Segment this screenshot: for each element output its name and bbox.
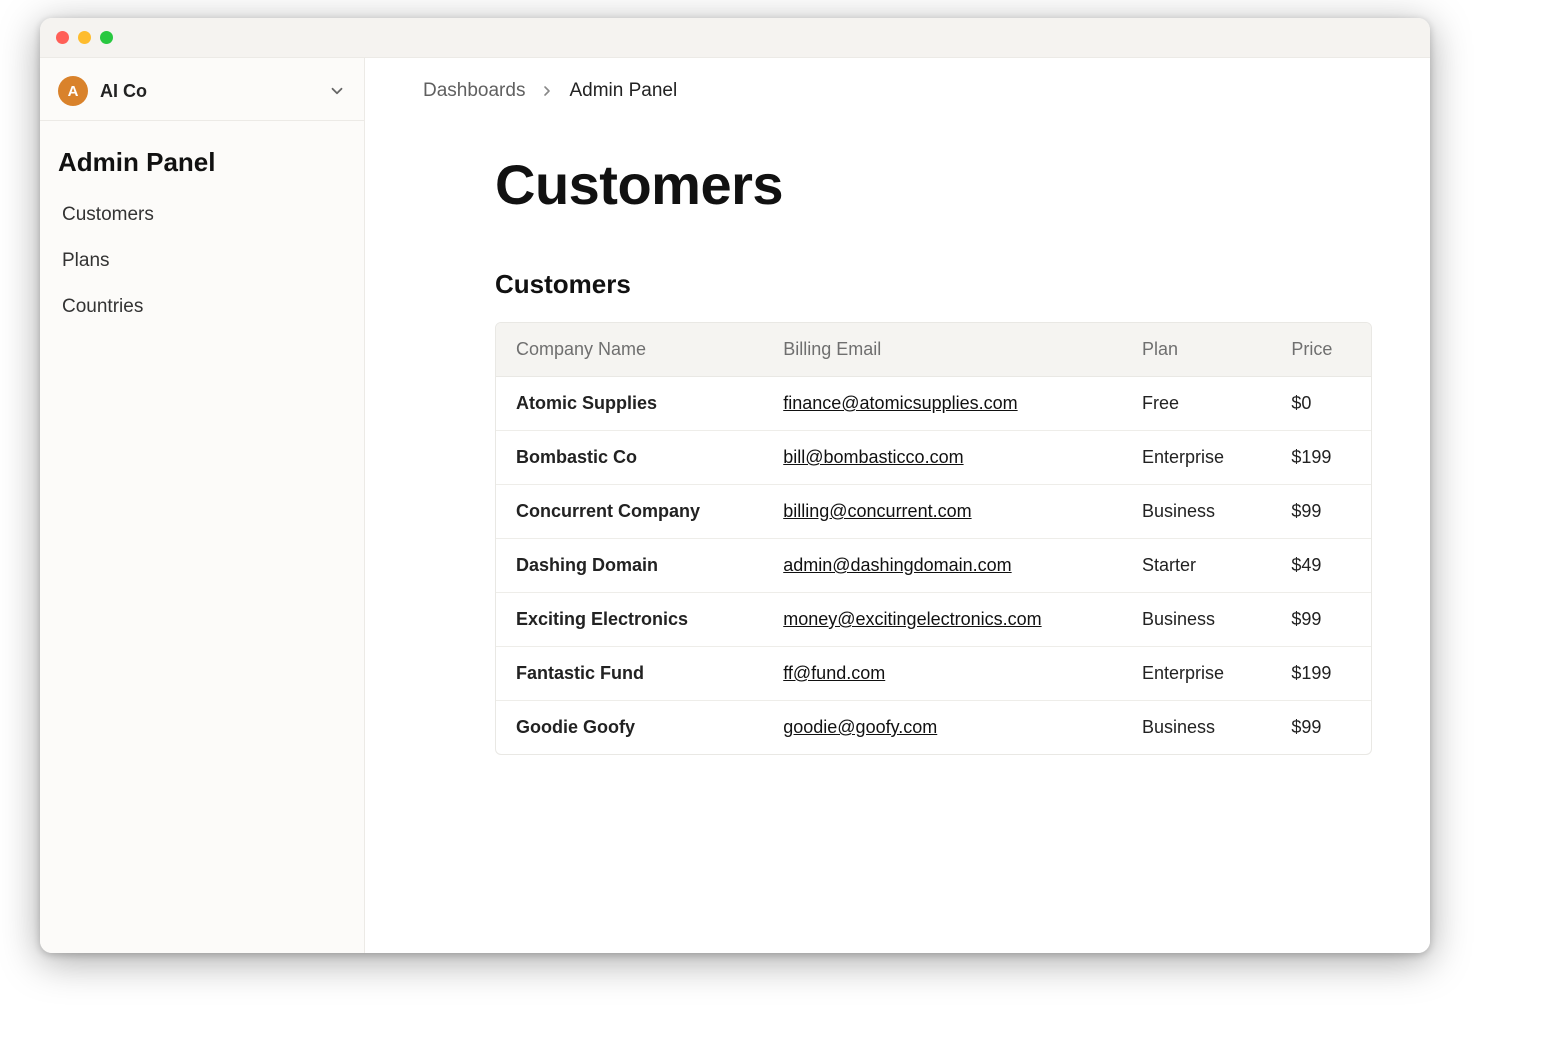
table-row[interactable]: Fantastic Fund ff@fund.com Enterprise$199 <box>496 647 1371 701</box>
cell-price: $0 <box>1271 377 1371 431</box>
sidebar-title: Admin Panel <box>40 121 364 192</box>
cell-company-name: Dashing Domain <box>496 539 763 593</box>
sidebar-item-countries[interactable]: Countries <box>50 284 354 330</box>
breadcrumb: Dashboards Admin Panel <box>365 58 1430 122</box>
billing-email-link[interactable]: goodie@goofy.com <box>783 717 937 737</box>
page-title: Customers <box>495 152 1372 217</box>
window-zoom-button[interactable] <box>100 31 113 44</box>
customers-table: Company Name Billing Email Plan Price At… <box>495 322 1372 755</box>
window-titlebar <box>40 18 1430 58</box>
cell-company-name: Bombastic Co <box>496 431 763 485</box>
table-header-row: Company Name Billing Email Plan Price <box>496 323 1371 377</box>
billing-email-link[interactable]: ff@fund.com <box>783 663 885 683</box>
cell-billing-email: admin@dashingdomain.com <box>763 539 1122 593</box>
sidebar-nav: Customers Plans Countries <box>40 192 364 330</box>
chevron-right-icon <box>539 83 555 99</box>
sidebar-item-plans[interactable]: Plans <box>50 238 354 284</box>
billing-email-link[interactable]: money@excitingelectronics.com <box>783 609 1041 629</box>
cell-company-name: Exciting Electronics <box>496 593 763 647</box>
cell-price: $99 <box>1271 593 1371 647</box>
column-billing-email[interactable]: Billing Email <box>763 323 1122 377</box>
section-title: Customers <box>495 269 1372 300</box>
app-window: A AI Co Admin Panel Customers Plans Coun… <box>40 18 1430 953</box>
cell-plan: Business <box>1122 701 1271 754</box>
cell-company-name: Goodie Goofy <box>496 701 763 754</box>
column-plan[interactable]: Plan <box>1122 323 1271 377</box>
cell-billing-email: ff@fund.com <box>763 647 1122 701</box>
cell-plan: Enterprise <box>1122 647 1271 701</box>
cell-price: $199 <box>1271 431 1371 485</box>
cell-company-name: Concurrent Company <box>496 485 763 539</box>
column-company-name[interactable]: Company Name <box>496 323 763 377</box>
cell-plan: Free <box>1122 377 1271 431</box>
cell-price: $199 <box>1271 647 1371 701</box>
workspace-avatar: A <box>58 76 88 106</box>
breadcrumb-current[interactable]: Admin Panel <box>569 80 677 102</box>
cell-plan: Business <box>1122 593 1271 647</box>
page-content: Customers Customers Company Name Billing… <box>365 122 1430 755</box>
table-row[interactable]: Atomic Supplies finance@atomicsupplies.co… <box>496 377 1371 431</box>
workspace-name: AI Co <box>100 81 316 102</box>
cell-billing-email: finance@atomicsupplies.com <box>763 377 1122 431</box>
cell-price: $99 <box>1271 701 1371 754</box>
cell-billing-email: billing@concurrent.com <box>763 485 1122 539</box>
billing-email-link[interactable]: bill@bombasticco.com <box>783 447 963 467</box>
app-body: A AI Co Admin Panel Customers Plans Coun… <box>40 58 1430 953</box>
sidebar-item-customers[interactable]: Customers <box>50 192 354 238</box>
cell-price: $99 <box>1271 485 1371 539</box>
cell-billing-email: money@excitingelectronics.com <box>763 593 1122 647</box>
chevron-down-icon <box>328 82 346 100</box>
table-row[interactable]: Goodie Goofy goodie@goofy.com Business$99 <box>496 701 1371 754</box>
cell-plan: Business <box>1122 485 1271 539</box>
main-pane: Dashboards Admin Panel Customers Custome… <box>365 58 1430 953</box>
sidebar: A AI Co Admin Panel Customers Plans Coun… <box>40 58 365 953</box>
cell-company-name: Atomic Supplies <box>496 377 763 431</box>
cell-billing-email: bill@bombasticco.com <box>763 431 1122 485</box>
workspace-switcher[interactable]: A AI Co <box>40 68 364 121</box>
billing-email-link[interactable]: finance@atomicsupplies.com <box>783 393 1017 413</box>
table-row[interactable]: Dashing Domain admin@dashingdomain.com Sta… <box>496 539 1371 593</box>
table-row[interactable]: Bombastic Co bill@bombasticco.com Enterpri… <box>496 431 1371 485</box>
table-row[interactable]: Exciting Electronics money@excitingelectr… <box>496 593 1371 647</box>
breadcrumb-root[interactable]: Dashboards <box>423 80 525 102</box>
cell-plan: Enterprise <box>1122 431 1271 485</box>
table-row[interactable]: Concurrent Company billing@concurrent.com… <box>496 485 1371 539</box>
cell-billing-email: goodie@goofy.com <box>763 701 1122 754</box>
billing-email-link[interactable]: admin@dashingdomain.com <box>783 555 1011 575</box>
billing-email-link[interactable]: billing@concurrent.com <box>783 501 971 521</box>
cell-company-name: Fantastic Fund <box>496 647 763 701</box>
cell-price: $49 <box>1271 539 1371 593</box>
window-minimize-button[interactable] <box>78 31 91 44</box>
column-price[interactable]: Price <box>1271 323 1371 377</box>
window-close-button[interactable] <box>56 31 69 44</box>
cell-plan: Starter <box>1122 539 1271 593</box>
